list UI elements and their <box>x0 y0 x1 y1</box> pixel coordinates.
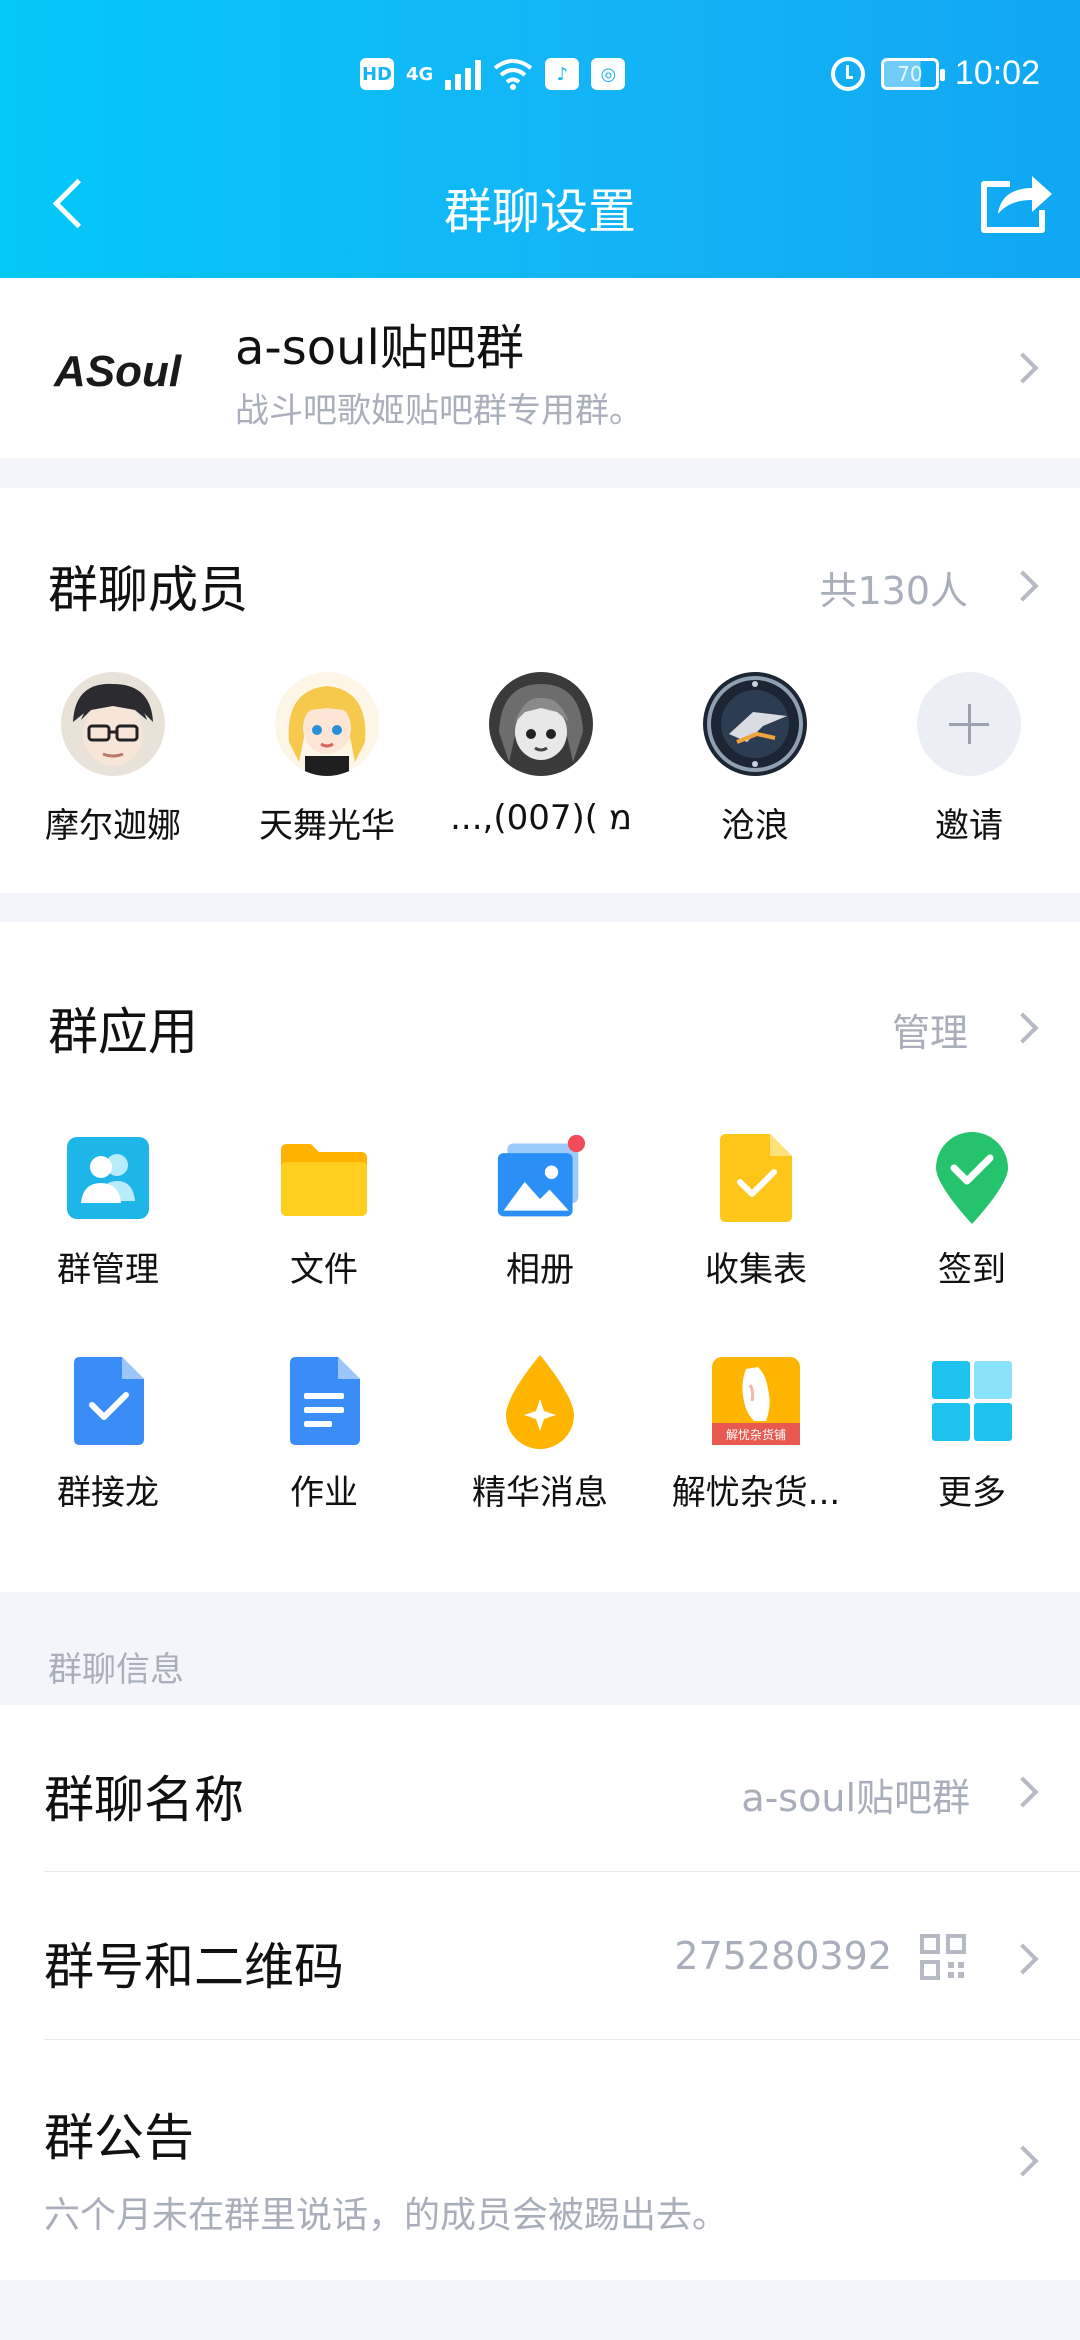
music-app-icon: ♪ <box>545 58 580 90</box>
status-bar: HD 4G ♪ ◎ 70 10:02 <box>0 0 1080 160</box>
members-title: 群聊成员 <box>48 561 248 619</box>
album-icon <box>494 1132 586 1224</box>
chevron-right-icon <box>1007 2145 1039 2177</box>
member-name: 天舞光华 <box>259 806 395 846</box>
checkin-icon <box>926 1132 1018 1224</box>
browser-app-icon: ◎ <box>591 58 626 90</box>
chevron-right-icon <box>1007 1776 1039 1808</box>
plus-icon <box>917 672 1021 776</box>
app-label: 群接龙 <box>57 1473 159 1513</box>
member-item[interactable]: 沧浪 <box>648 672 862 847</box>
members-list: 摩尔迦娜 天舞光华 ...,מ)(007) 沧浪 邀请 <box>0 672 1080 847</box>
app-file[interactable]: 文件 <box>216 1132 432 1291</box>
app-essence[interactable]: 精华消息 <box>432 1355 648 1514</box>
app-label: 收集表 <box>705 1250 807 1290</box>
battery-icon: 70 <box>880 57 945 90</box>
app-label: 相册 <box>506 1250 574 1290</box>
app-checkin[interactable]: 签到 <box>864 1132 1080 1291</box>
solitaire-icon <box>62 1355 154 1447</box>
header-bar: HD 4G ♪ ◎ 70 10:02 群聊设置 <box>0 0 1080 278</box>
group-apps-section: 群应用 管理 群管理 文件 相册 收集表 签到 群接龙 作业 精华消息 解忧杂货… <box>0 922 1080 1592</box>
member-item[interactable]: ...,מ )(007) <box>434 672 648 847</box>
app-album[interactable]: 相册 <box>432 1132 648 1291</box>
chevron-right-icon[interactable] <box>1007 570 1039 602</box>
qr-code-icon <box>920 1934 966 1980</box>
share-icon[interactable] <box>976 168 1056 238</box>
app-label: 文件 <box>290 1250 358 1290</box>
member-avatar <box>703 672 807 776</box>
app-label: 更多 <box>938 1473 1006 1513</box>
group-number-value: 275280392 <box>674 1934 892 1978</box>
status-time: 10:02 <box>954 54 1040 92</box>
hd-icon: HD <box>360 58 394 90</box>
wifi-icon <box>494 59 533 90</box>
invite-member-button[interactable]: 邀请 <box>862 672 1076 847</box>
group-name: a-soul贴吧群 <box>235 320 524 376</box>
group-name-title: 群聊名称 <box>44 1771 244 1829</box>
svg-text:解忧杂货铺: 解忧杂货铺 <box>726 1427 786 1442</box>
page-title: 群聊设置 <box>443 184 636 240</box>
member-avatar <box>489 672 593 776</box>
app-more[interactable]: 更多 <box>864 1355 1080 1514</box>
chevron-right-icon <box>1007 352 1039 384</box>
app-label: 签到 <box>938 1250 1006 1290</box>
member-item[interactable]: 摩尔迦娜 <box>6 672 220 847</box>
chevron-right-icon <box>1007 1943 1039 1975</box>
group-notice-row[interactable]: 群公告 六个月未在群里说话，的成员会被踢出去。 <box>0 2040 1080 2280</box>
member-name: ...,מ )(007) <box>450 798 632 838</box>
chevron-right-icon[interactable] <box>1007 1012 1039 1044</box>
status-icons: HD 4G ♪ ◎ <box>360 58 626 90</box>
member-avatar <box>275 672 379 776</box>
members-section: 群聊成员 共130人 摩尔迦娜 天舞光华 ...,מ)(007) 沧浪 邀请 <box>0 488 1080 893</box>
group-logo: ASoul <box>53 347 182 396</box>
group-number-title: 群号和二维码 <box>44 1938 344 1996</box>
folder-icon <box>278 1132 370 1224</box>
essence-icon <box>494 1355 586 1449</box>
group-name-row[interactable]: 群聊名称 a-soul贴吧群 <box>0 1705 1080 1872</box>
apps-grid: 群管理 文件 相册 收集表 签到 群接龙 作业 精华消息 解忧杂货铺 解忧杂货.… <box>0 1132 1080 1514</box>
apps-manage-link[interactable]: 管理 <box>892 1002 968 1057</box>
form-icon <box>710 1132 802 1224</box>
app-label: 作业 <box>290 1473 358 1513</box>
member-item[interactable]: 天舞光华 <box>220 672 434 847</box>
group-notice-title: 群公告 <box>44 2109 194 2167</box>
status-right: 70 10:02 <box>830 54 1040 93</box>
group-notice-preview: 六个月未在群里说话，的成员会被踢出去。 <box>44 2195 729 2236</box>
group-name-value: a-soul贴吧群 <box>741 1776 970 1820</box>
app-shop[interactable]: 解忧杂货铺 解忧杂货... <box>648 1355 864 1514</box>
group-profile-row[interactable]: ASoul a-soul贴吧群 战斗吧歌姬贴吧群专用群。 <box>0 278 1080 458</box>
app-homework[interactable]: 作业 <box>216 1355 432 1514</box>
group-manage-icon <box>62 1132 154 1224</box>
app-collection-form[interactable]: 收集表 <box>648 1132 864 1291</box>
app-label: 群管理 <box>57 1250 159 1290</box>
info-section-label: 群聊信息 <box>48 1650 184 1690</box>
app-solitaire[interactable]: 群接龙 <box>0 1355 216 1514</box>
apps-title: 群应用 <box>48 1003 198 1061</box>
more-grid-icon <box>926 1355 1018 1447</box>
group-description: 战斗吧歌姬贴吧群专用群。 <box>235 391 643 431</box>
app-label: 解忧杂货... <box>671 1473 841 1513</box>
app-label: 精华消息 <box>472 1473 608 1513</box>
app-group-manage[interactable]: 群管理 <box>0 1132 216 1291</box>
svg-text:ASoul: ASoul <box>53 347 182 396</box>
shop-icon: 解忧杂货铺 <box>710 1355 802 1447</box>
member-name: 沧浪 <box>721 806 789 846</box>
alarm-icon <box>830 56 865 91</box>
member-name: 摩尔迦娜 <box>45 806 181 846</box>
group-number-row[interactable]: 群号和二维码 275280392 <box>0 1872 1080 2040</box>
member-avatar <box>61 672 165 776</box>
invite-label: 邀请 <box>935 806 1003 846</box>
signal-icon <box>445 58 482 90</box>
network-type-label: 4G <box>406 63 434 85</box>
homework-icon <box>278 1355 370 1447</box>
members-count[interactable]: 共130人 <box>819 560 968 615</box>
